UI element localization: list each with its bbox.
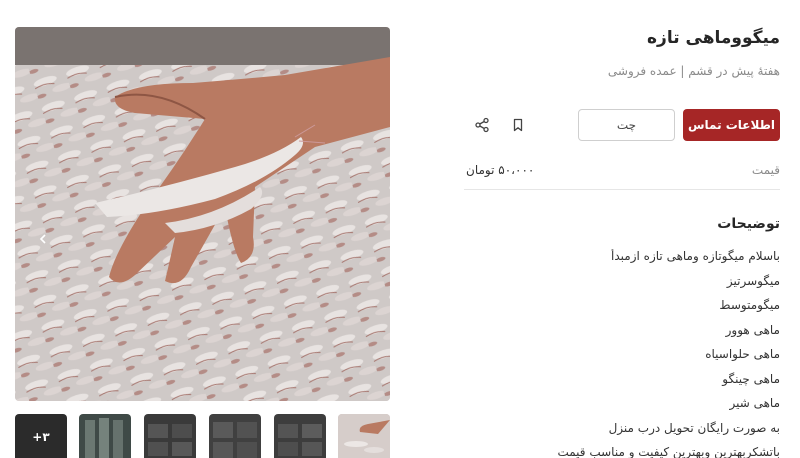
description-line: به صورت رایگان تحویل درب منزل [608,420,780,435]
listing-subtitle: هفتهٔ پیش در قشم | عمده فروشی [607,64,780,78]
description-line: ماهی حلواسیاه [705,347,780,361]
thumbnail-image [213,422,257,458]
chat-button[interactable]: چت [578,109,675,141]
description-line: میگومتوسط [719,298,780,312]
chevron-left-icon[interactable] [37,233,49,245]
thumbnail-image [338,414,390,458]
thumbnail[interactable] [209,414,261,458]
description-line: ماهی هوور [725,322,780,337]
price-label: قیمت [751,163,780,177]
bookmark-icon[interactable] [508,115,528,135]
share-icon[interactable] [472,115,492,135]
description-body: باسلام میگوتازه وماهی تازه ازمبدأ میگوسر… [464,249,780,458]
description-line: ماهی شیر [729,396,780,410]
more-count: +۳ [32,430,50,444]
main-photo[interactable] [15,27,390,401]
thumbnail[interactable] [274,414,326,458]
action-bar: اطلاعات تماس چت [464,109,780,141]
description-line: میگوسرتیز [726,273,780,288]
thumbnail-image [278,424,322,456]
price-value: ۵۰،۰۰۰ تومان [466,163,535,177]
thumbnail-strip: +۳ [15,414,391,458]
thumbnail-active[interactable] [338,414,390,458]
listing-details: میگووماهی تازه هفتهٔ پیش در قشم | عمده ف… [464,0,780,458]
contact-info-button[interactable]: اطلاعات تماس [683,109,780,141]
thumbnail-image [85,418,123,458]
description-line: باسلام میگوتازه وماهی تازه ازمبدأ [611,249,780,263]
description-line: باتشکربهترین وبهترین کیفیت و مناسب قیمت [557,445,780,458]
listing-title: میگووماهی تازه [647,28,780,48]
thumbnail-more[interactable]: +۳ [15,414,67,458]
thumbnail[interactable] [79,414,131,458]
thumbnail[interactable] [144,414,196,458]
shrimp-photo [15,27,390,401]
description-line: ماهی چینگو [722,371,780,386]
price-row: قیمت ۵۰،۰۰۰ تومان [464,160,780,190]
description-heading: توضیحات [717,216,780,232]
thumbnail-image [148,424,192,456]
